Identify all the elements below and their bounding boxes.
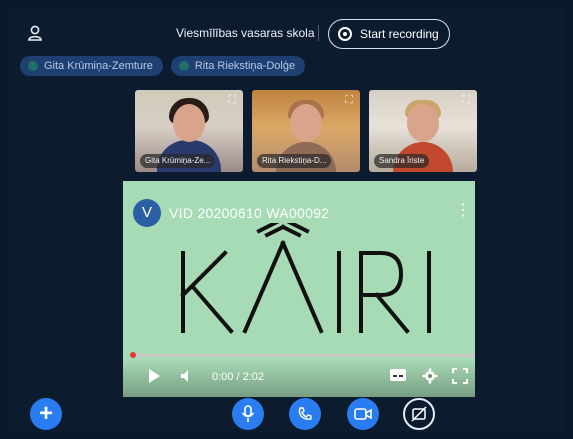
settings-icon[interactable]	[422, 368, 438, 388]
room-title: Viesmīlības vasaras skola	[176, 26, 315, 40]
webcam-name[interactable]: Rita Riekstiņa-D...	[257, 154, 332, 168]
video-controls: 0:00 / 2:02	[123, 359, 475, 397]
talker-name: Gita Krūmiņa-Zemture	[44, 60, 153, 72]
start-recording-button[interactable]: Start recording	[328, 19, 450, 49]
kairi-logo	[180, 223, 431, 334]
camera-button[interactable]	[347, 398, 379, 430]
webcam-name[interactable]: Gita Krūmiņa-Ze...	[140, 154, 216, 168]
video-time: 0:00 / 2:02	[212, 371, 264, 383]
meeting-window: Viesmīlības vasaras skola Start recordin…	[8, 8, 565, 433]
phone-icon	[298, 407, 312, 420]
video-title[interactable]: VID 20200610 WA00092	[169, 205, 329, 221]
divider	[318, 25, 319, 41]
play-icon[interactable]	[147, 368, 161, 388]
video-progress-bar[interactable]	[130, 352, 475, 358]
person-face	[407, 104, 439, 142]
webcam-name[interactable]: Sandra Īriste	[374, 154, 430, 168]
webcam-tile[interactable]: ⛶ Gita Krūmiņa-Ze...	[135, 90, 243, 172]
actions-button[interactable]: +	[30, 398, 62, 430]
fullscreen-icon[interactable]	[452, 368, 468, 388]
plus-icon: +	[38, 400, 53, 427]
captions-icon[interactable]	[389, 368, 407, 386]
webcam-tile[interactable]: ⛶ Sandra Īriste	[369, 90, 477, 172]
record-label: Start recording	[360, 27, 439, 41]
user-list-icon[interactable]	[26, 24, 44, 42]
talker-chip[interactable]: Rita Riekstiņa-Dolģe	[170, 56, 306, 76]
fullscreen-icon[interactable]: ⛶	[342, 93, 356, 107]
channel-avatar[interactable]: V	[133, 199, 161, 227]
microphone-button[interactable]	[232, 398, 264, 430]
seek-handle[interactable]	[130, 352, 136, 358]
screen-share-button[interactable]	[403, 398, 435, 430]
person-face	[290, 104, 322, 142]
talker-name: Rita Riekstiņa-Dolģe	[194, 60, 296, 72]
volume-icon[interactable]	[179, 368, 195, 388]
camera-icon	[354, 408, 372, 420]
user-icon	[28, 25, 42, 41]
record-icon	[338, 27, 352, 41]
phone-button[interactable]	[289, 398, 321, 430]
talker-status-icon	[28, 61, 38, 71]
webcam-tile[interactable]: ⛶ Rita Riekstiņa-D...	[252, 90, 360, 172]
talker-status-icon	[178, 61, 189, 71]
talker-chip[interactable]: Gita Krūmiņa-Zemture	[20, 56, 163, 76]
microphone-icon	[241, 405, 255, 422]
screen-share-icon	[411, 406, 427, 422]
external-video-player[interactable]: V VID 20200610 WA00092 ⋮ 0:00 / 2:02	[123, 181, 475, 397]
fullscreen-icon[interactable]: ⛶	[459, 93, 473, 107]
top-bar: Viesmīlības vasaras skola Start recordin…	[8, 19, 565, 49]
talking-indicator: Gita Krūmiņa-Zemture Rita Riekstiņa-Dolģ…	[20, 56, 306, 76]
webcam-strip: ⛶ Gita Krūmiņa-Ze... ⛶ Rita Riekstiņa-D.…	[135, 90, 477, 172]
fullscreen-icon[interactable]: ⛶	[225, 93, 239, 107]
action-bar: +	[8, 396, 565, 433]
more-options-icon[interactable]: ⋮	[455, 203, 471, 219]
person-face	[173, 104, 205, 142]
